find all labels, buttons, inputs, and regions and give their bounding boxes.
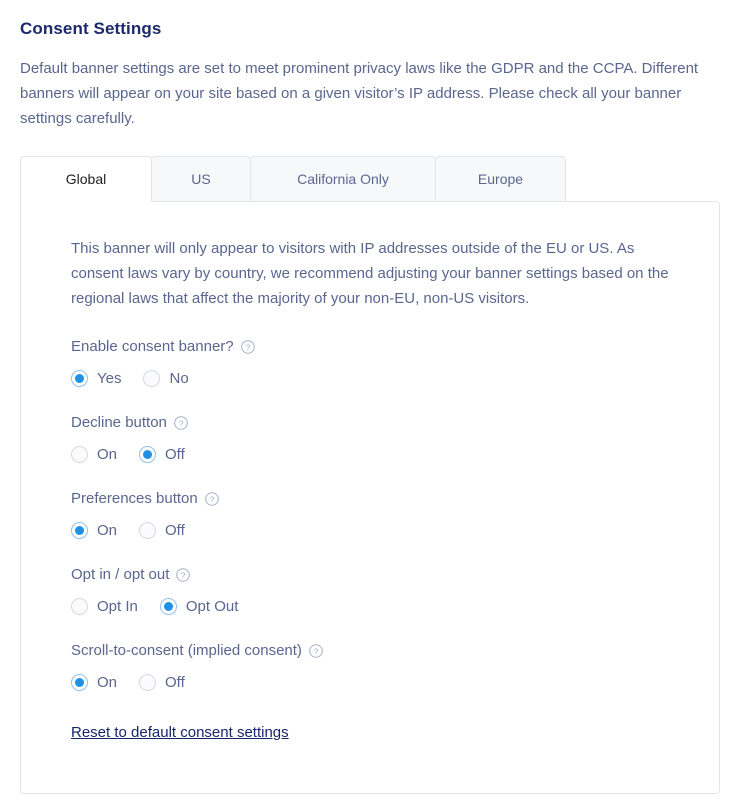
field-label-text: Enable consent banner? — [71, 338, 234, 355]
page-description: Default banner settings are set to meet … — [20, 60, 699, 127]
radio-group-scroll-to-consent: On Off — [71, 674, 671, 691]
radio-mark-selected-icon — [139, 446, 157, 463]
field-label-text: Scroll-to-consent (implied consent) — [71, 642, 302, 659]
radio-option-off-label: Off — [165, 674, 185, 691]
radio-option-no-label: No — [169, 370, 189, 387]
field-enable-consent-banner-label: Enable consent banner? ? — [71, 337, 671, 357]
svg-text:?: ? — [209, 494, 214, 504]
radio-mark-unselected-icon — [143, 370, 161, 387]
field-label-text: Decline button — [71, 414, 167, 431]
svg-text:?: ? — [245, 342, 250, 352]
question-circle-icon[interactable]: ? — [174, 416, 188, 430]
svg-text:?: ? — [181, 570, 186, 580]
radio-option-on-label: On — [97, 522, 118, 539]
question-circle-icon[interactable]: ? — [240, 340, 255, 354]
question-circle-icon[interactable]: ? — [176, 568, 191, 582]
field-scroll-to-consent-label: Scroll-to-consent (implied consent) ? — [71, 641, 671, 661]
field-enable-consent-banner: Enable consent banner? ? Yes No — [71, 337, 671, 387]
tabs-container: Global US California Only Europe — [20, 156, 720, 202]
radio-option-yes[interactable]: Yes — [71, 370, 121, 387]
svg-text:?: ? — [314, 646, 319, 656]
field-label-text: Preferences button — [71, 490, 198, 507]
radio-option-on[interactable]: On — [71, 522, 117, 539]
radio-mark-selected-icon — [71, 522, 88, 539]
radio-option-off[interactable]: Off — [139, 446, 185, 463]
radio-group-decline-button: On Off — [71, 446, 671, 463]
radio-group-preferences-button: On Off — [71, 522, 671, 539]
field-scroll-to-consent: Scroll-to-consent (implied consent) ? On… — [71, 641, 671, 691]
tab-global[interactable]: Global — [20, 156, 152, 202]
radio-mark-unselected-icon — [139, 522, 157, 539]
radio-option-opt-in[interactable]: Opt In — [71, 598, 138, 615]
tab-europe-label: Europe — [477, 171, 524, 187]
reset-to-default-consent-settings-link[interactable]: Reset to default consent settings — [71, 724, 289, 741]
consent-settings-panel: This banner will only appear to visitors… — [20, 201, 720, 794]
question-circle-icon[interactable]: ? — [309, 644, 323, 658]
tab-california-only-label: California Only — [297, 171, 389, 187]
svg-text:?: ? — [179, 418, 184, 428]
radio-mark-unselected-icon — [139, 674, 157, 691]
radio-mark-unselected-icon — [71, 446, 88, 463]
field-opt-in-opt-out-label: Opt in / opt out ? — [71, 565, 671, 585]
radio-option-on[interactable]: On — [71, 674, 117, 691]
radio-option-opt-out[interactable]: Opt Out — [159, 598, 239, 615]
field-opt-in-opt-out: Opt in / opt out ? Opt In Opt Out — [71, 565, 671, 615]
field-decline-button-label: Decline button ? — [71, 413, 671, 433]
radio-group-opt-in-opt-out: Opt In Opt Out — [71, 598, 671, 615]
radio-option-off-label: Off — [165, 446, 185, 463]
field-preferences-button-label: Preferences button ? — [71, 489, 671, 509]
tab-global-label: Global — [65, 171, 107, 187]
tab-us-label: US — [191, 171, 211, 187]
radio-option-off[interactable]: Off — [139, 674, 185, 691]
consent-settings-page: Consent Settings Default banner settings… — [0, 0, 740, 812]
radio-option-on[interactable]: On — [71, 446, 117, 463]
radio-mark-unselected-icon — [71, 598, 88, 615]
radio-option-on-label: On — [97, 674, 118, 691]
radio-mark-selected-icon — [71, 674, 88, 691]
radio-option-on-label: On — [97, 446, 118, 463]
radio-option-yes-label: Yes — [97, 370, 122, 387]
radio-option-no[interactable]: No — [143, 370, 189, 387]
field-label-text: Opt in / opt out — [71, 566, 170, 583]
question-circle-icon[interactable]: ? — [204, 492, 219, 506]
radio-mark-selected-icon — [71, 370, 88, 387]
radio-option-opt-out-label: Opt Out — [185, 598, 239, 615]
radio-option-off-label: Off — [165, 522, 185, 539]
radio-group-enable-consent-banner: Yes No — [71, 370, 671, 387]
field-preferences-button: Preferences button ? On Off — [71, 489, 671, 539]
radio-mark-selected-icon — [159, 598, 177, 615]
field-decline-button: Decline button ? On Off — [71, 413, 671, 463]
radio-option-off[interactable]: Off — [139, 522, 185, 539]
tab-california-only[interactable]: California Only — [250, 156, 436, 202]
reset-link-container: Reset to default consent settings — [71, 723, 671, 743]
page-title: Consent Settings — [20, 19, 162, 38]
tab-europe[interactable]: Europe — [435, 156, 566, 202]
tab-list: Global US California Only Europe — [20, 156, 720, 202]
radio-option-opt-in-label: Opt In — [97, 598, 138, 615]
tab-us[interactable]: US — [151, 156, 251, 202]
panel-intro-text: This banner will only appear to visitors… — [71, 240, 669, 307]
